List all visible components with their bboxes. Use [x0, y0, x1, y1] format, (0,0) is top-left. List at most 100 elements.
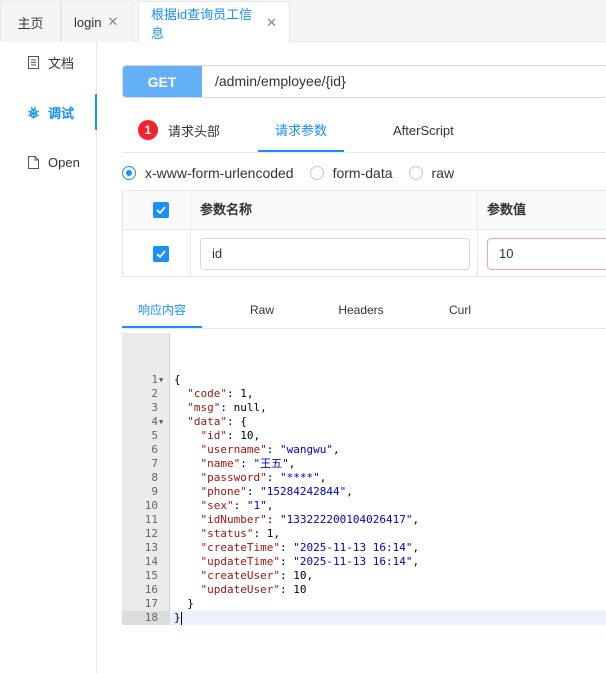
- line-number: 10: [144, 499, 158, 512]
- fold-toggle-icon[interactable]: ▼: [159, 373, 167, 387]
- code-indent: }: [174, 611, 181, 624]
- sidebar-item-debug[interactable]: 调试: [0, 94, 97, 130]
- json-key: "updateUser": [200, 583, 280, 596]
- code-line: "updateTime": "2025-11-13 16:14",: [174, 555, 420, 569]
- tab-label: AfterScript: [393, 122, 454, 138]
- tab-curl[interactable]: Curl: [422, 292, 498, 328]
- line-number: 16: [144, 583, 158, 596]
- json-key: "name": [200, 457, 241, 470]
- line-number: 13: [144, 541, 158, 554]
- json-value: "2025-11-13 16:14": [293, 555, 413, 568]
- code-line: }: [174, 597, 194, 611]
- json-value: "王五": [253, 457, 289, 470]
- sidebar-item-label: Open: [48, 154, 80, 170]
- params-table: 参数名称 参数值 id 10: [122, 190, 606, 277]
- text-cursor: [181, 612, 182, 625]
- json-value: "15284242844": [260, 485, 347, 498]
- tab-afterscript[interactable]: AfterScript: [393, 108, 469, 152]
- tab-raw[interactable]: Raw: [224, 292, 300, 328]
- radio-form-data[interactable]: form-data: [309, 165, 393, 181]
- json-value: null: [233, 401, 261, 414]
- radio-raw[interactable]: raw: [408, 165, 454, 181]
- response-code-editor[interactable]: 1 2 3 4 5 6 7 8 9 10 11 12 13 14 15 16 17 18 ▼ ▼ { "code": …: [122, 333, 606, 625]
- json-value: 1: [240, 387, 247, 400]
- json-punct: ,: [246, 387, 254, 400]
- radio-circle: [408, 166, 423, 180]
- select-all-checkbox[interactable]: [153, 202, 169, 218]
- tab-bar: 主页 login ✕ 根据id查询员工信息 ✕: [0, 0, 606, 43]
- code-line: "status": 1,: [174, 527, 280, 541]
- line-number: 8: [151, 471, 158, 484]
- tab-home[interactable]: 主页: [0, 1, 61, 42]
- line-number: 7: [151, 457, 158, 470]
- bug-icon: [26, 106, 40, 119]
- tab-request-params[interactable]: 请求参数: [258, 108, 344, 152]
- code-indent: {: [174, 373, 181, 386]
- code-line: "idNumber": "133222200104026417",: [174, 513, 420, 527]
- line-number: 6: [151, 443, 158, 456]
- json-key: "createTime": [200, 541, 280, 554]
- tab-login[interactable]: login ✕: [61, 1, 132, 42]
- close-icon[interactable]: ✕: [107, 14, 118, 30]
- sidebar-item-label: 文档: [48, 55, 75, 71]
- param-value-input[interactable]: 10: [487, 238, 606, 270]
- line-number: 9: [151, 485, 158, 498]
- radio-circle: [122, 166, 136, 180]
- count-badge: 1: [138, 120, 158, 140]
- json-value: "2025-11-13 16:14": [293, 541, 413, 554]
- tab-response-content[interactable]: 响应内容: [122, 292, 202, 328]
- json-punct: ,: [412, 513, 420, 526]
- column-header-param-name: 参数名称: [200, 202, 253, 217]
- active-line-highlight: [170, 611, 606, 625]
- json-punct: ,: [306, 569, 314, 582]
- json-key: "data": [187, 415, 227, 428]
- json-punct: ,: [412, 555, 420, 568]
- line-number: 18: [144, 611, 158, 624]
- json-key: "msg": [187, 401, 221, 414]
- document-icon: [26, 55, 40, 69]
- fold-toggle-icon[interactable]: ▼: [159, 415, 167, 429]
- tab-request-headers[interactable]: 1 请求头部: [138, 108, 238, 152]
- url-bar: GET /admin/employee/{id}: [122, 65, 606, 98]
- line-number: 17: [144, 597, 158, 610]
- column-header-param-value: 参数值: [487, 202, 527, 217]
- line-number: 12: [144, 527, 158, 540]
- radio-x-www-form-urlencoded[interactable]: x-www-form-urlencoded: [122, 165, 294, 181]
- line-number: 14: [144, 555, 158, 568]
- json-punct: ,: [319, 471, 327, 484]
- code-line: "id": 10,: [174, 429, 261, 443]
- code-line: }: [174, 611, 181, 625]
- row-checkbox[interactable]: [153, 246, 169, 262]
- sidebar-item-open[interactable]: Open: [0, 144, 97, 180]
- json-key: "phone": [200, 485, 247, 498]
- json-punct: ,: [260, 401, 267, 414]
- tab-employee-query[interactable]: 根据id查询员工信息 ✕: [138, 1, 290, 43]
- json-value: "133222200104026417": [279, 513, 413, 526]
- url-input[interactable]: /admin/employee/{id}: [215, 66, 346, 97]
- sidebar-item-docs[interactable]: 文档: [0, 44, 97, 80]
- file-icon: [26, 155, 40, 169]
- response-tabs: 响应内容 Raw Headers Curl: [122, 292, 606, 329]
- tab-label: 请求参数: [274, 122, 327, 138]
- radio-label: x-www-form-urlencoded: [145, 165, 294, 181]
- code-line: "password": "****",: [174, 471, 327, 485]
- line-gutter: 1 2 3 4 5 6 7 8 9 10 11 12 13 14 15 16 17 18 ▼ ▼: [122, 333, 170, 625]
- tab-headers[interactable]: Headers: [322, 292, 400, 328]
- sidebar: 文档 调试 Open: [0, 42, 97, 673]
- line-number: 4: [151, 415, 158, 428]
- request-tabs: 1 请求头部 请求参数 AfterScript: [122, 108, 606, 153]
- method-button[interactable]: GET: [123, 66, 202, 97]
- code-line: "name": "王五",: [174, 457, 296, 471]
- line-number: 11: [144, 513, 158, 526]
- close-icon[interactable]: ✕: [266, 15, 277, 31]
- param-name-input[interactable]: id: [200, 238, 470, 270]
- json-punct: ,: [412, 541, 420, 554]
